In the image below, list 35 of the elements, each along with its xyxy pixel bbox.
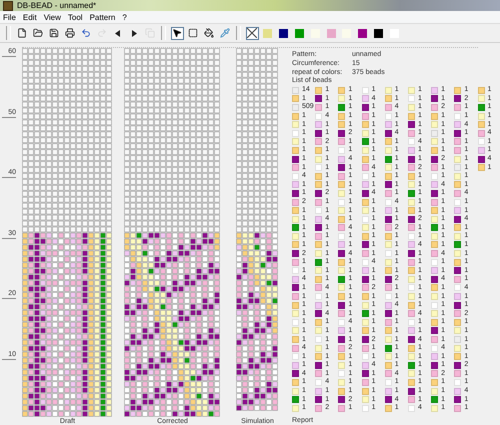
color-swatch[interactable] — [326, 28, 336, 38]
app-icon — [3, 0, 13, 10]
menu-item[interactable]: Pattern — [90, 12, 116, 22]
tool-button[interactable] — [202, 26, 216, 40]
tool-button[interactable] — [186, 26, 200, 40]
color-swatch[interactable] — [263, 28, 272, 38]
pipette-icon — [220, 28, 230, 38]
left-triangle-icon — [115, 30, 121, 36]
new-file-icon — [17, 28, 27, 38]
dashed-rectangle-icon — [188, 28, 198, 38]
paint-bucket-icon — [204, 28, 214, 38]
tool-button[interactable] — [246, 26, 258, 40]
window-title: DB-BEAD - unnamed* — [17, 1, 96, 10]
menu-item[interactable]: Tool — [68, 12, 83, 22]
printer-icon — [65, 28, 75, 38]
menu-item[interactable]: ? — [122, 12, 127, 22]
tool-button[interactable] — [170, 26, 184, 40]
color-swatch[interactable] — [294, 28, 304, 38]
tool-button[interactable] — [64, 26, 76, 40]
tool-button[interactable] — [80, 26, 92, 40]
menu-item[interactable]: File — [3, 12, 16, 22]
undo-icon — [81, 28, 91, 38]
pointer-icon — [172, 28, 182, 38]
right-triangle-icon — [131, 30, 137, 36]
cross-icon — [247, 28, 257, 38]
tool-button[interactable] — [48, 26, 60, 40]
color-swatch[interactable] — [358, 28, 368, 38]
folder-icon — [33, 28, 43, 38]
menu-item[interactable]: Edit — [22, 12, 37, 22]
tool-button[interactable] — [32, 26, 44, 40]
tool-button[interactable] — [16, 26, 28, 40]
color-swatch[interactable] — [374, 28, 383, 38]
save-icon — [49, 28, 59, 38]
color-swatch[interactable] — [279, 28, 288, 38]
menu-item[interactable]: View — [44, 12, 61, 22]
